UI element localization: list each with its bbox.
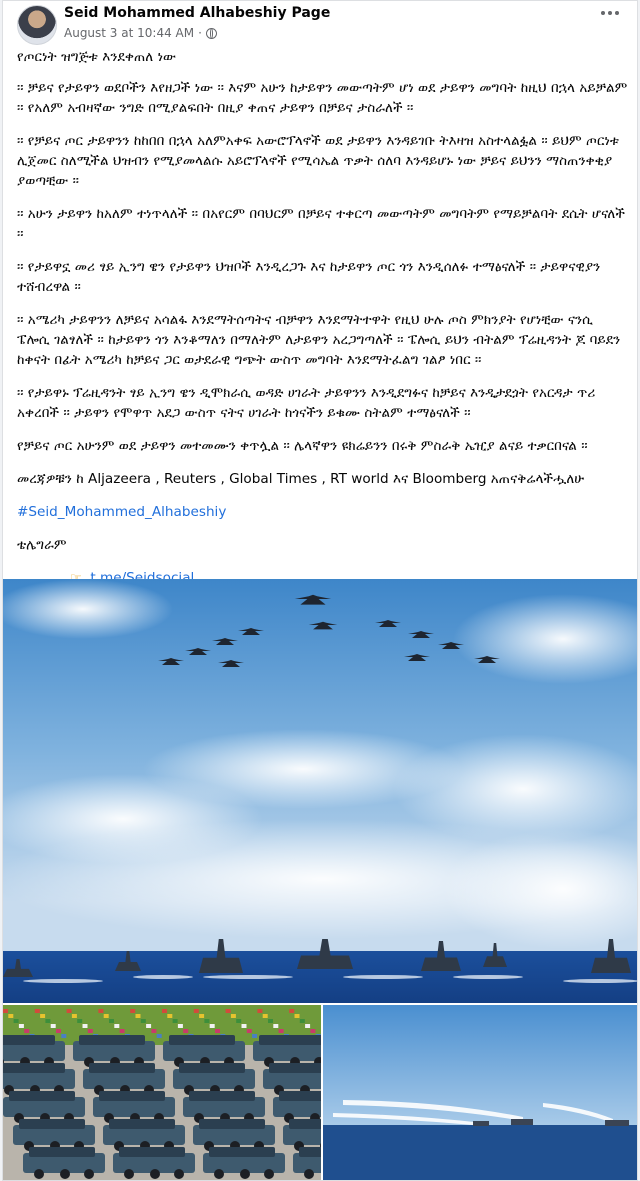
missile-launch-at-sea-photo[interactable] <box>323 1005 637 1180</box>
globe-icon[interactable] <box>205 27 217 39</box>
page-name-link[interactable]: Seid Mohammed Alhabeshiy Page <box>64 5 330 21</box>
post-paragraph: ፡፡ የታይዋኑ ፕሬዚዳንት ፃይ ኢንግ ዌን ዲሞክራሲ ወዳድ ሀገራት… <box>17 385 596 421</box>
post-paragraph: ፡፡ አሁን ታይዋን ከአለም ተነጥላለች ፡፡ በአየርም በባህርም በ… <box>17 206 625 242</box>
ellipsis-icon[interactable] <box>601 11 619 15</box>
page-avatar[interactable] <box>17 5 57 45</box>
facebook-post-card: Seid Mohammed Alhabeshiy Page August 3 a… <box>2 0 638 1181</box>
post-text: የጦርነት ዝግጅቱ እንደቀጠለ ነው ፡፡ ቻይና የታይዋን ወደቦችን … <box>17 47 629 602</box>
post-header: Seid Mohammed Alhabeshiy Page August 3 a… <box>3 1 637 45</box>
post-timestamp[interactable]: August 3 at 10:44 AM <box>64 26 194 40</box>
post-paragraph: ፡፡ የቻይና ጦር ታይዋንን ከከበበ በኋላ አለምአቀፍ አውሮፕላኖች… <box>17 133 620 189</box>
post-paragraph: የቻይና ጦር አሁንም ወደ ታይዋን መተመሙን ቀጥሏል ፡፡ ሌላኛዋን… <box>17 438 588 454</box>
post-paragraph: ፡፡ ቻይና የታይዋን ወደቦችን እየዘጋች ነው ፡፡ እናም አሁን ከ… <box>17 80 628 116</box>
telegram-label: ቴሌግራም <box>17 537 67 553</box>
fighter-jets-and-warships-photo[interactable] <box>3 579 637 1003</box>
post-meta: August 3 at 10:44 AM · <box>64 26 217 40</box>
missile-launcher-trucks-photo[interactable] <box>3 1005 321 1180</box>
meta-separator: · <box>198 26 202 40</box>
post-paragraph: መረጃዎቹን ከ Aljazeera , Reuters , Global Ti… <box>17 471 585 487</box>
post-paragraph: ፡፡ አሜሪካ ታይዋንን ለቻይና አሳልፋ እንደማትሰጣትና ብቻዋን እ… <box>17 312 621 368</box>
hashtag-link[interactable]: #Seid_Mohammed_Alhabeshiy <box>17 502 629 522</box>
post-paragraph: ፡፡ የታይዋኗ መሪ ፃይ ኢንግ ዌን የታይዋን ህዝቦች እንዲረጋጉ … <box>17 259 601 295</box>
post-title: የጦርነት ዝግጅቱ እንደቀጠለ ነው <box>17 49 177 65</box>
